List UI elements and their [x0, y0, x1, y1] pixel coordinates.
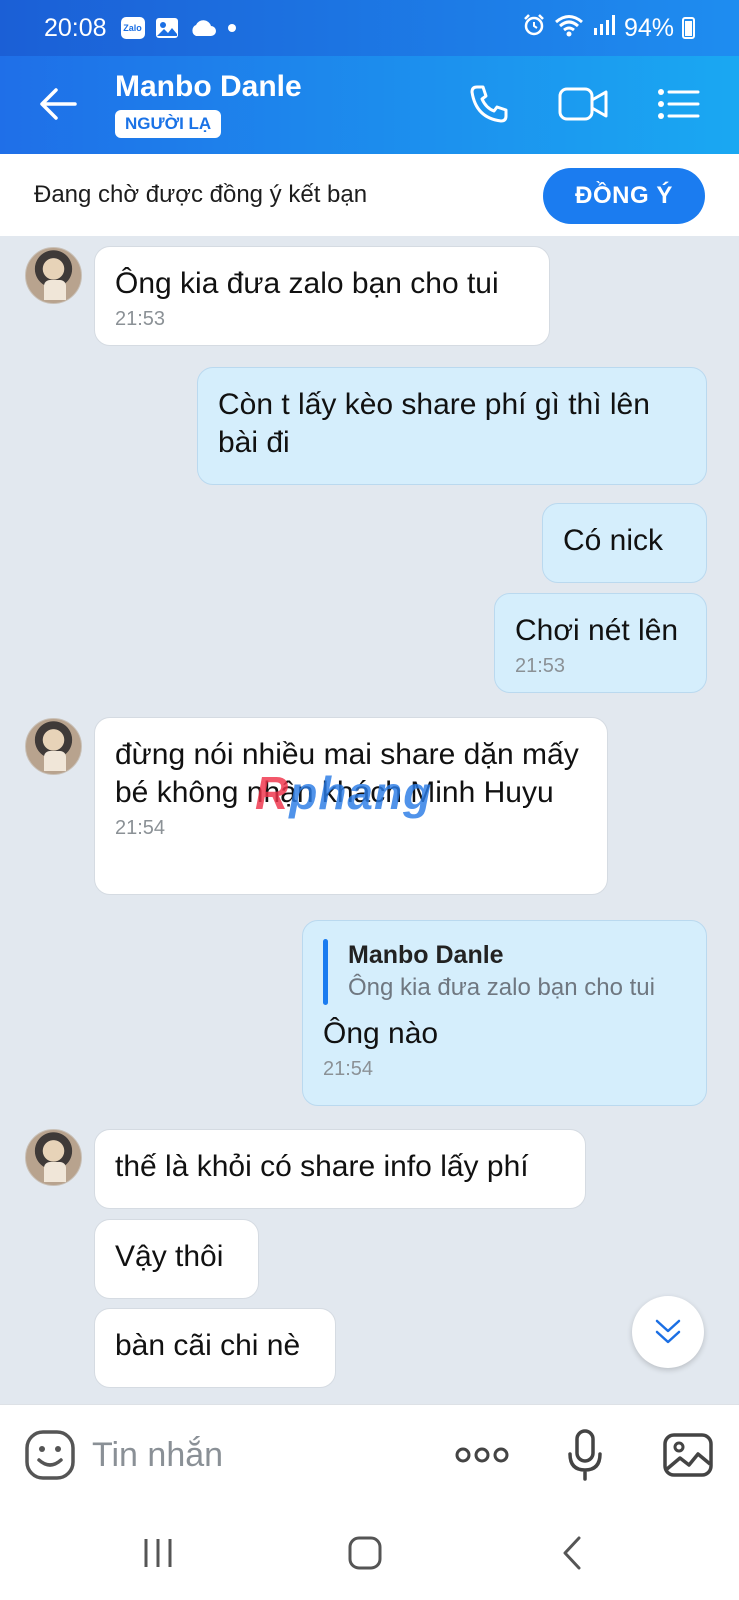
back-button[interactable] — [32, 78, 84, 130]
message-time: 21:53 — [115, 308, 166, 330]
contact-avatar[interactable] — [25, 718, 82, 775]
home-button[interactable] — [335, 1526, 395, 1580]
battery-percent: 94% — [623, 13, 674, 42]
recent-apps-icon — [144, 1539, 172, 1567]
home-icon — [348, 1536, 382, 1570]
friend-request-text: Đang chờ được đồng ý kết bạn — [34, 181, 368, 208]
message-input-bar — [0, 1404, 739, 1504]
image-icon — [663, 1433, 713, 1477]
stranger-badge: NGƯỜI LẠ — [115, 110, 222, 138]
contact-name[interactable]: Manbo Danle — [115, 70, 302, 104]
friend-request-bar: Đang chờ được đồng ý kết bạn ĐỒNG Ý — [0, 154, 739, 236]
message-bubble-incoming[interactable]: Ông kia đưa zalo bạn cho tui 21:53 — [94, 246, 550, 346]
message-bubble-incoming[interactable]: thế là khỏi có share info lấy phí — [94, 1129, 586, 1209]
more-dots-icon — [455, 1447, 509, 1463]
message-bubble-outgoing[interactable]: Có nick — [542, 503, 707, 583]
scroll-to-bottom-button[interactable] — [632, 1296, 704, 1368]
gallery-notification-icon — [155, 17, 179, 39]
message-time: 21:54 — [323, 1058, 374, 1080]
status-right: 94% — [522, 13, 695, 44]
chat-options-button[interactable] — [650, 78, 706, 130]
message-bubble-outgoing-reply[interactable]: Manbo Danle Ông kia đưa zalo bạn cho tui… — [302, 920, 707, 1106]
send-photo-button[interactable] — [658, 1425, 718, 1485]
contact-avatar[interactable] — [25, 1129, 82, 1186]
system-back-button[interactable] — [542, 1526, 602, 1580]
message-text: Có nick — [563, 524, 664, 557]
quote-bar — [323, 939, 328, 1005]
message-text: thế là khỏi có share info lấy phí — [115, 1150, 529, 1183]
message-text: Ông kia đưa zalo bạn cho tui — [115, 267, 499, 300]
quoted-text: Ông kia đưa zalo bạn cho tui — [348, 974, 655, 1001]
status-bar: 20:08 Zalo 94% — [0, 0, 739, 56]
battery-icon — [682, 17, 695, 39]
message-bubble-outgoing[interactable]: Còn t lấy kèo share phí gì thì lên bài đ… — [197, 367, 707, 485]
message-list[interactable]: Ông kia đưa zalo bạn cho tui 21:53 Còn t… — [0, 236, 739, 1404]
message-text: Ông nào — [323, 1017, 439, 1050]
emoji-icon — [25, 1430, 75, 1480]
cloud-icon — [189, 19, 217, 37]
message-text: Chơi nét lên — [515, 614, 679, 647]
voice-call-button[interactable] — [461, 78, 517, 130]
message-text: Còn t lấy kèo share phí gì thì lên bài đ… — [218, 388, 650, 459]
message-time: 21:53 — [515, 655, 566, 677]
quoted-message[interactable]: Manbo Danle Ông kia đưa zalo bạn cho tui — [323, 939, 686, 1005]
signal-icon — [592, 14, 616, 43]
message-bubble-outgoing[interactable]: Chơi nét lên 21:53 — [494, 593, 707, 693]
zalo-notification-icon: Zalo — [120, 17, 145, 39]
message-bubble-incoming[interactable]: bàn cãi chi nè — [94, 1308, 336, 1388]
wifi-icon — [554, 13, 584, 44]
double-chevron-down-icon — [655, 1319, 681, 1344]
watermark: Rphang — [255, 767, 433, 819]
contact-avatar[interactable] — [25, 247, 82, 304]
phone-icon — [470, 85, 508, 123]
sticker-button[interactable] — [20, 1425, 80, 1485]
quoted-sender: Manbo Danle — [348, 941, 504, 969]
nav-back-icon — [563, 1536, 581, 1570]
more-options-button[interactable] — [452, 1425, 512, 1485]
accept-friend-button[interactable]: ĐỒNG Ý — [543, 168, 705, 224]
dot-icon — [227, 23, 237, 33]
video-camera-icon — [558, 87, 608, 121]
status-time: 20:08 — [44, 13, 107, 42]
voice-message-button[interactable] — [555, 1425, 615, 1485]
message-input[interactable] — [92, 1429, 422, 1481]
microphone-icon — [568, 1429, 602, 1481]
alarm-icon — [522, 13, 546, 44]
message-bubble-incoming[interactable]: Vậy thôi — [94, 1219, 259, 1299]
system-nav-bar — [0, 1504, 739, 1600]
chat-header: Manbo Danle NGƯỜI LẠ — [0, 56, 739, 154]
back-arrow-icon — [40, 88, 77, 120]
menu-list-icon — [658, 89, 700, 119]
video-call-button[interactable] — [555, 78, 611, 130]
message-text: bàn cãi chi nè — [115, 1329, 301, 1362]
recent-apps-button[interactable] — [128, 1526, 188, 1580]
message-text: Vậy thôi — [115, 1240, 224, 1273]
